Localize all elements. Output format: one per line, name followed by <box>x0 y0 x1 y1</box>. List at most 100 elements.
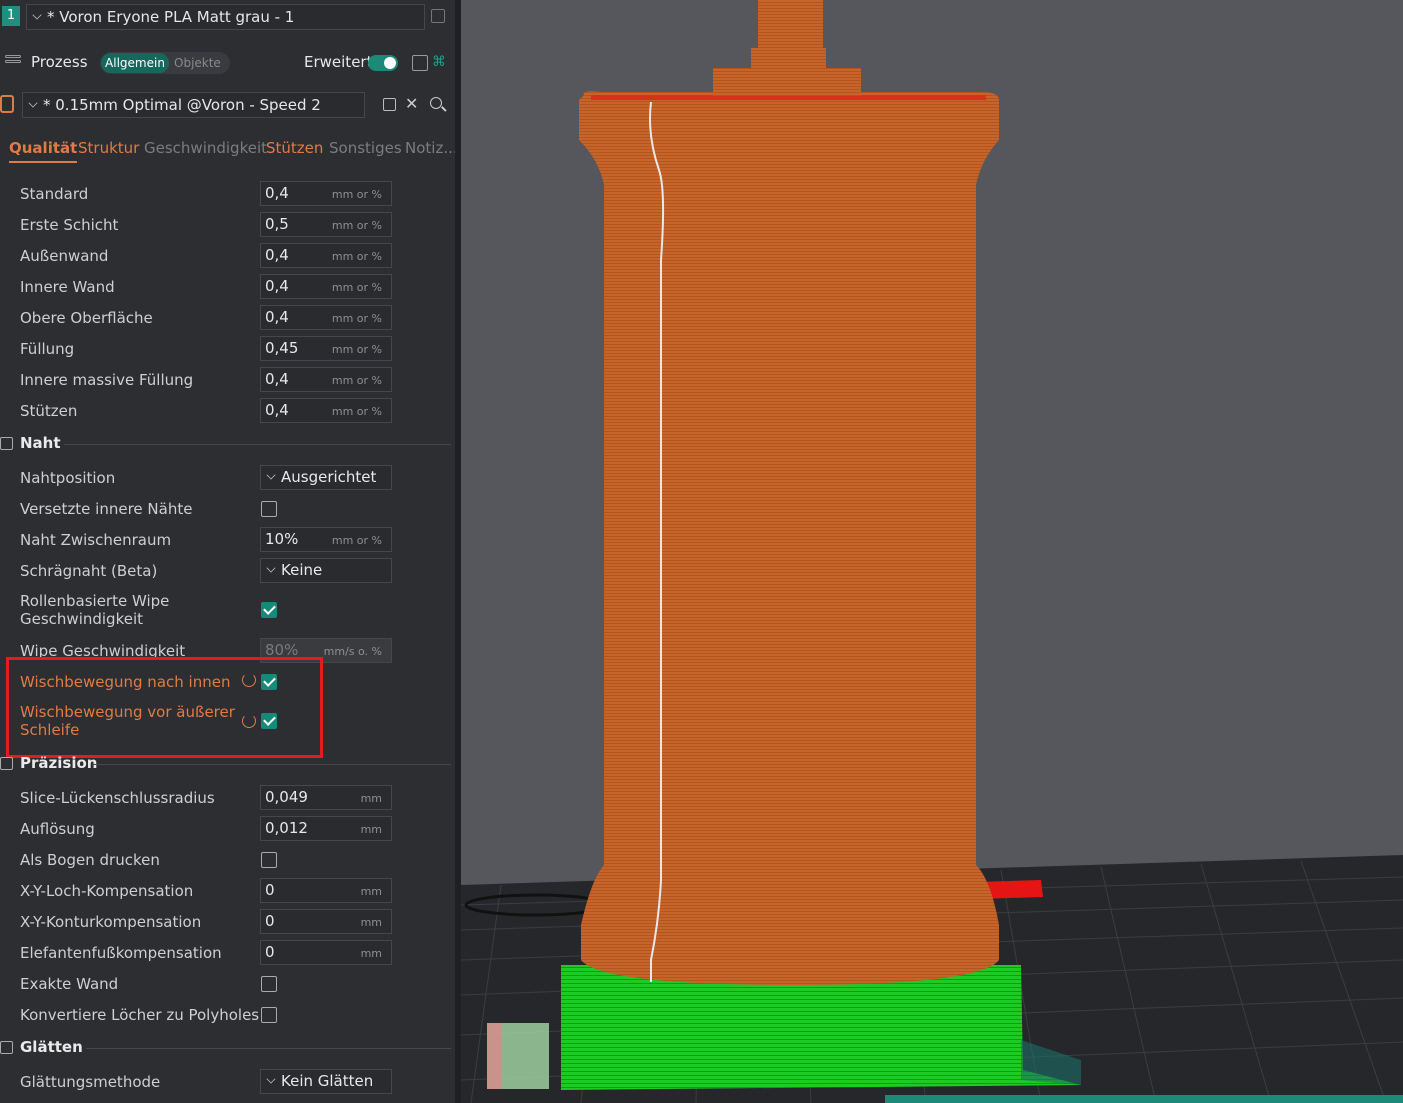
select-value: Ausgerichtet <box>281 468 377 486</box>
list-icon[interactable] <box>412 55 428 71</box>
advanced-toggle[interactable] <box>368 55 398 71</box>
compare-icon[interactable]: ⌘ <box>432 54 446 70</box>
bottom-toolbar-strip <box>885 1095 1403 1103</box>
setting-input[interactable]: 0 mm <box>260 878 392 903</box>
setting-input[interactable]: 0 mm <box>260 940 392 965</box>
3d-viewport[interactable] <box>461 0 1403 1103</box>
setting-label: Füllung <box>20 340 75 358</box>
setting-input[interactable]: 0,049 mm <box>260 785 392 810</box>
setting-input[interactable]: 0,45 mm or % <box>260 336 392 361</box>
tab-structure[interactable]: Struktur <box>78 139 139 157</box>
tab-notes[interactable]: Notiz... <box>405 139 458 157</box>
setting-row: X-Y-Konturkompensation 0 mm <box>0 908 455 936</box>
input-value[interactable]: 0,4 <box>265 308 289 326</box>
model-spout <box>758 0 823 52</box>
arc-fitting-checkbox[interactable] <box>261 852 277 868</box>
layers-icon <box>5 55 21 69</box>
setting-row: Nahtposition Ausgerichtet <box>0 464 455 492</box>
setting-input[interactable]: 0 mm <box>260 909 392 934</box>
smoothing-icon <box>0 1041 13 1054</box>
seam-icon <box>0 437 13 450</box>
polyholes-checkbox[interactable] <box>261 1007 277 1023</box>
staggered-seams-checkbox[interactable] <box>261 501 277 517</box>
chevron-down-icon <box>28 98 38 108</box>
filament-index-badge: 1 <box>2 6 20 26</box>
mode-switch[interactable]: Allgemein Objekte <box>100 52 230 74</box>
setting-row: Schrägnaht (Beta) Keine <box>0 557 455 585</box>
chevron-down-icon <box>266 1074 276 1084</box>
printed-model <box>579 91 999 985</box>
settings-tabs: Qualität Struktur Geschwindigkeit Stütze… <box>0 136 458 166</box>
input-unit: mm or % <box>331 405 382 418</box>
setting-label: X-Y-Konturkompensation <box>20 913 202 931</box>
input-value[interactable]: 0,45 <box>265 339 298 357</box>
setting-row: Obere Oberfläche 0,4 mm or % <box>0 304 455 332</box>
setting-label: Standard <box>20 185 89 203</box>
input-value[interactable]: 0,4 <box>265 277 289 295</box>
setting-label: Rollenbasierte Wipe Geschwindigkeit <box>20 592 169 628</box>
input-unit: mm or % <box>331 188 382 201</box>
tab-speed[interactable]: Geschwindigkeit <box>144 139 267 157</box>
input-unit: mm or % <box>331 374 382 387</box>
tab-support[interactable]: Stützen <box>266 139 323 157</box>
tab-others[interactable]: Sonstiges <box>329 139 402 157</box>
setting-label: Naht Zwischenraum <box>20 531 172 549</box>
input-value[interactable]: 0,4 <box>265 401 289 419</box>
setting-input[interactable]: 0,4 mm or % <box>260 305 392 330</box>
setting-label: Erste Schicht <box>20 216 119 234</box>
process-preset-select[interactable]: * 0.15mm Optimal @Voron - Speed 2 <box>22 92 365 118</box>
tab-quality[interactable]: Qualität <box>9 139 78 163</box>
input-unit: mm/s o. % <box>323 645 382 658</box>
input-unit: mm or % <box>331 250 382 263</box>
save-icon[interactable] <box>383 98 396 111</box>
setting-row: Konvertiere Löcher zu Polyholes <box>0 1001 455 1029</box>
input-value[interactable]: 0 <box>265 912 275 930</box>
input-value[interactable]: 0,5 <box>265 215 289 233</box>
input-value[interactable]: 0,4 <box>265 184 289 202</box>
smoothing-method-select[interactable]: Kein Glätten <box>260 1069 392 1094</box>
seam-position-select[interactable]: Ausgerichtet <box>260 465 392 490</box>
input-unit: mm <box>360 916 382 929</box>
search-icon[interactable] <box>430 97 442 109</box>
mode-objects-button[interactable]: Objekte <box>174 53 221 73</box>
setting-row: X-Y-Loch-Kompensation 0 mm <box>0 877 455 905</box>
seam-gap-input[interactable]: 10% mm or % <box>260 527 392 552</box>
setting-input[interactable]: 0,4 mm or % <box>260 181 392 206</box>
setting-row: Stützen 0,4 mm or % <box>0 397 455 425</box>
scarf-seam-select[interactable]: Keine <box>260 558 392 583</box>
setting-input[interactable]: 0,4 mm or % <box>260 398 392 423</box>
exact-wall-checkbox[interactable] <box>261 976 277 992</box>
highlight-box <box>6 657 323 758</box>
close-icon[interactable]: ✕ <box>405 94 418 113</box>
input-value[interactable]: 0 <box>265 943 275 961</box>
edit-icon[interactable] <box>431 9 445 23</box>
section-seam: Naht <box>0 433 455 457</box>
input-value[interactable]: 10% <box>265 530 298 548</box>
section-smoothing: Glätten <box>0 1037 455 1061</box>
setting-input[interactable]: 0,012 mm <box>260 816 392 841</box>
input-unit: mm or % <box>331 343 382 356</box>
input-unit: mm <box>360 885 382 898</box>
setting-row: Elefantenfußkompensation 0 mm <box>0 939 455 967</box>
roll-wipe-checkbox[interactable] <box>261 602 277 618</box>
setting-input[interactable]: 0,5 mm or % <box>260 212 392 237</box>
setting-label: Exakte Wand <box>20 975 119 993</box>
input-value[interactable]: 0,012 <box>265 819 308 837</box>
settings-panel: 1 * Voron Eryone PLA Matt grau - 1 Proze… <box>0 0 458 1103</box>
preset-icon <box>0 95 14 113</box>
setting-label: Nahtposition <box>20 469 116 487</box>
setting-input[interactable]: 0,4 mm or % <box>260 367 392 392</box>
select-value: Keine <box>281 561 323 579</box>
setting-input[interactable]: 0,4 mm or % <box>260 243 392 268</box>
input-value[interactable]: 0,4 <box>265 370 289 388</box>
input-unit: mm <box>360 823 382 836</box>
preset-name: * 0.15mm Optimal @Voron - Speed 2 <box>43 96 321 114</box>
input-value[interactable]: 0,4 <box>265 246 289 264</box>
setting-label: Innere massive Füllung <box>20 371 194 389</box>
filament-select[interactable]: * Voron Eryone PLA Matt grau - 1 <box>26 4 425 30</box>
input-value[interactable]: 0,049 <box>265 788 308 806</box>
setting-row: Rollenbasierte Wipe Geschwindigkeit <box>0 592 455 630</box>
input-value[interactable]: 0 <box>265 881 275 899</box>
setting-input[interactable]: 0,4 mm or % <box>260 274 392 299</box>
mode-global-button[interactable]: Allgemein <box>101 53 169 73</box>
